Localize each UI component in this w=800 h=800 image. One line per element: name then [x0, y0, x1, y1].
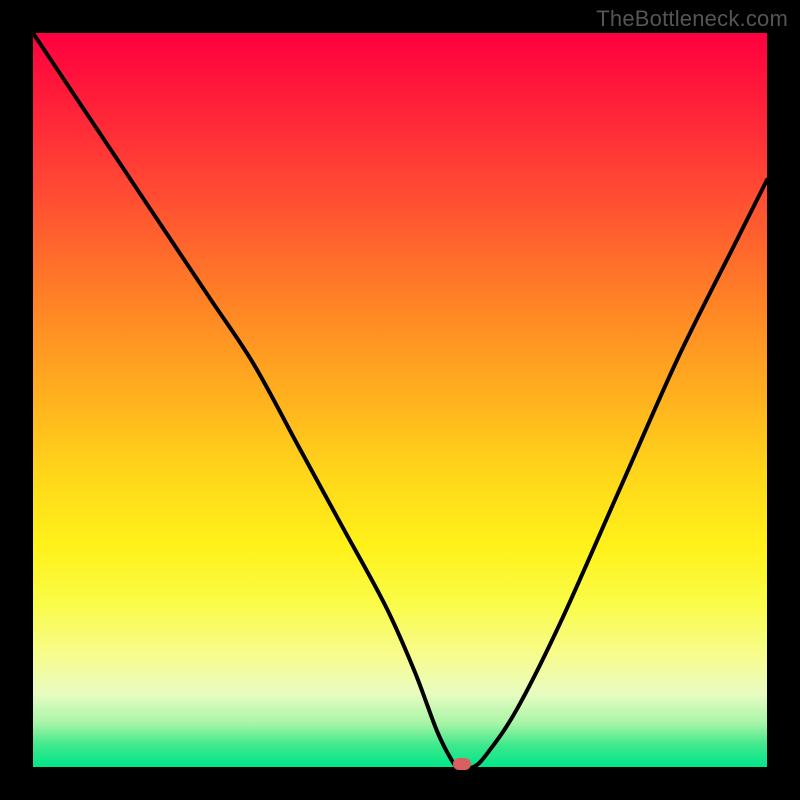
watermark-text: TheBottleneck.com: [596, 6, 788, 32]
bottleneck-chart: TheBottleneck.com: [0, 0, 800, 800]
curve-svg: [33, 33, 767, 767]
bottleneck-curve-path: [33, 33, 767, 767]
min-marker: [453, 758, 471, 770]
